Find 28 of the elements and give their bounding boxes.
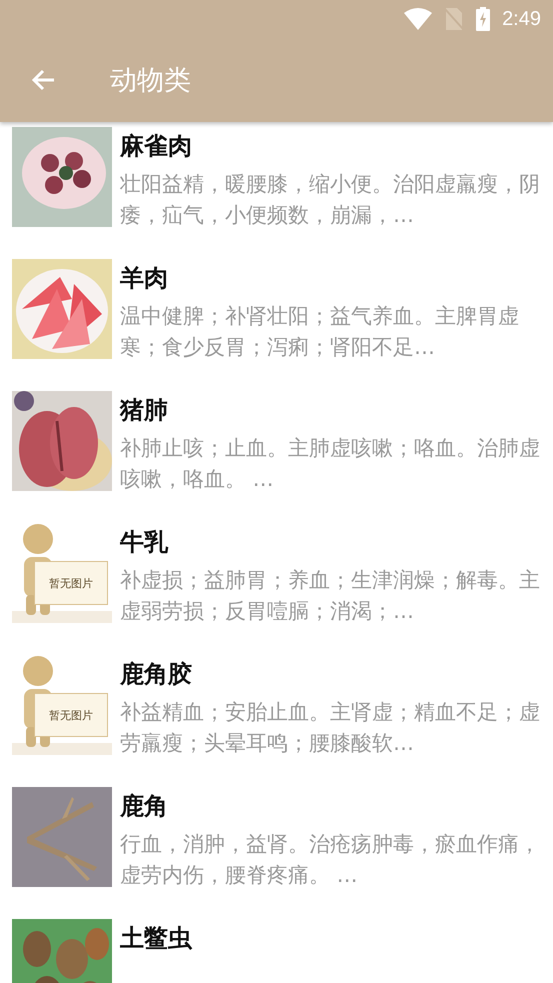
sign-text: 暂无图片	[49, 576, 93, 590]
back-arrow-icon	[30, 68, 56, 92]
list-item[interactable]: 土鳖虫	[0, 914, 553, 983]
list-item[interactable]: 羊肉 温中健脾；补肾壮阳；益气养血。主脾胃虚寒；食少反胃；泻痢；肾阳不足…	[0, 254, 553, 386]
battery-charging-icon	[476, 7, 490, 31]
item-name: 麻雀肉	[120, 131, 193, 162]
list-item[interactable]: 鹿角 行血，消肿，益肾。治疮疡肿毒，瘀血作痛，虚劳内伤，腰脊疼痛。 …	[0, 782, 553, 914]
status-time: 2:49	[502, 8, 541, 30]
item-description: 补益精血；安胎止血。主肾虚；精血不足；虚劳羸瘦；头晕耳鸣；腰膝酸软…	[120, 699, 540, 757]
item-name: 猪肺	[120, 395, 169, 426]
list-item[interactable]: 暂无图片 鹿角胶 补益精血；安胎止血。主肾虚；精血不足；虚劳羸瘦；头晕耳鸣；腰膝酸软…	[0, 650, 553, 782]
list-item[interactable]: 暂无图片 牛乳 补虚损；益肺胃；养血；生津润燥；解毒。主虚弱劳损；反胃噎膈；消渴；…	[0, 518, 553, 650]
item-name: 牛乳	[120, 527, 170, 558]
list-item[interactable]: 麻雀肉 壮阳益精，暖腰膝，缩小便。治阳虚羸瘦，阴痿，疝气，小便频数，崩漏，…	[0, 122, 553, 254]
item-description: 补肺止咳；止血。主肺虚咳嗽；咯血。治肺虚咳嗽，咯血。 …	[120, 435, 540, 493]
wifi-icon	[404, 8, 432, 30]
item-name: 鹿角胶	[120, 659, 193, 690]
page-title: 动物类	[110, 64, 191, 98]
no-sim-icon	[444, 8, 464, 30]
item-description: 温中健脾；补肾壮阳；益气养血。主脾胃虚寒；食少反胃；泻痢；肾阳不足…	[120, 303, 520, 361]
item-description: 行血，消肿，益肾。治疮疡肿毒，瘀血作痛，虚劳内伤，腰脊疼痛。 …	[120, 831, 540, 889]
list-item[interactable]: 猪肺 补肺止咳；止血。主肺虚咳嗽；咯血。治肺虚咳嗽，咯血。 …	[0, 386, 553, 518]
item-name: 鹿角	[120, 791, 169, 822]
sign-text: 暂无图片	[49, 708, 93, 722]
item-name: 土鳖虫	[120, 923, 194, 954]
item-name: 羊肉	[120, 263, 169, 294]
item-description: 补虚损；益肺胃；养血；生津润燥；解毒。主虚弱劳损；反胃噎膈；消渴；…	[120, 567, 540, 625]
item-description: 壮阳益精，暖腰膝，缩小便。治阳虚羸瘦，阴痿，疝气，小便频数，崩漏，…	[120, 171, 540, 229]
